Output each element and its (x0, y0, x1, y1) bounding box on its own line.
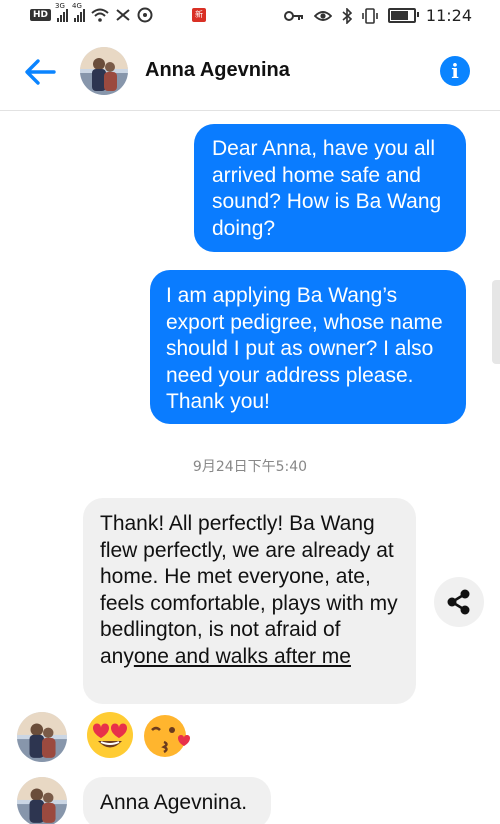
contact-name[interactable]: Anna Agevnina (145, 59, 290, 82)
app-notification-icon: 新 (192, 8, 206, 22)
messenger-chat-screen: HD 3G 4G 新 11:24 Anna Agevnina i Dear An… (0, 0, 500, 824)
sender-avatar[interactable] (17, 712, 67, 762)
chat-header: Anna Agevnina i (0, 34, 500, 111)
arrow-left-icon (25, 59, 56, 85)
avatar-photo (17, 712, 67, 762)
heart-eyes-emoji[interactable] (85, 710, 135, 760)
message-bubble-outgoing[interactable]: I am applying Ba Wang’s export pedigree,… (150, 270, 466, 424)
sender-avatar[interactable] (17, 777, 67, 824)
info-icon: i (451, 59, 459, 83)
info-button[interactable]: i (440, 56, 470, 86)
avatar-photo (17, 777, 67, 824)
sim2-gen-label: 4G (72, 2, 82, 10)
signal-sim1-icon: 3G (55, 2, 69, 22)
battery-icon (387, 8, 419, 23)
heart-eyes-emoji-icon (87, 712, 133, 758)
kissing-heart-emoji-icon (144, 715, 190, 757)
share-button[interactable] (434, 577, 484, 627)
status-bar: HD 3G 4G 新 11:24 (0, 0, 500, 34)
vibrate-icon (362, 7, 378, 24)
no-disturb-icon (116, 9, 130, 21)
message-bubble-outgoing[interactable]: Dear Anna, have you all arrived home saf… (194, 124, 466, 252)
message-timestamp: 9月24日下午5:40 (192, 459, 308, 475)
signal-sim2-icon: 4G (72, 2, 86, 22)
wifi-icon (91, 8, 109, 22)
share-icon (447, 589, 470, 615)
status-right-icons: 11:24 (283, 6, 472, 25)
avatar-photo (80, 47, 128, 95)
scrollbar[interactable] (492, 280, 500, 364)
status-left-icons: HD 3G 4G (30, 2, 153, 23)
bluetooth-icon (342, 7, 352, 24)
notification-app-icon (137, 7, 153, 23)
back-button[interactable] (20, 52, 60, 92)
message-text-underlined[interactable]: one and walks after me (134, 645, 351, 668)
eye-icon (313, 10, 332, 21)
hd-badge: HD (30, 9, 52, 21)
clock: 11:24 (425, 6, 472, 25)
sim1-gen-label: 3G (55, 2, 65, 10)
message-bubble-incoming[interactable]: Anna Agevnina. (83, 777, 271, 824)
kissing-heart-emoji[interactable] (142, 710, 192, 760)
message-bubble-incoming[interactable]: Thank! All perfectly! Ba Wang flew perfe… (83, 498, 416, 704)
contact-avatar[interactable] (80, 47, 128, 95)
key-icon (283, 10, 303, 21)
